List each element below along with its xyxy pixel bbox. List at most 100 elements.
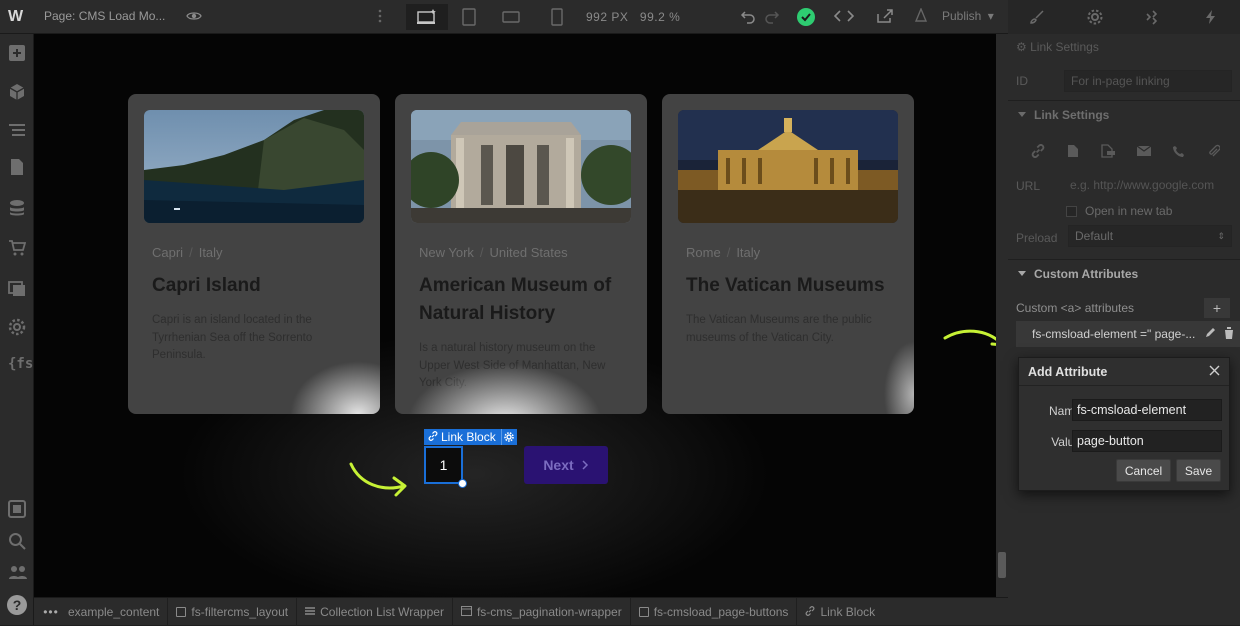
phone-link-icon[interactable] bbox=[1161, 138, 1196, 164]
collection-card[interactable]: New York / United States American Museum o… bbox=[395, 94, 647, 414]
url-input[interactable]: e.g. http://www.google.com bbox=[1064, 174, 1232, 196]
export-icon[interactable] bbox=[876, 8, 894, 27]
open-new-tab-label: Open in new tab bbox=[1085, 204, 1173, 218]
search-icon[interactable] bbox=[8, 532, 26, 550]
attribute-name-input[interactable]: fs-cmsload-element bbox=[1072, 399, 1222, 421]
url-label: URL bbox=[1016, 179, 1041, 193]
custom-attributes-label: Custom Attributes bbox=[1034, 266, 1139, 281]
add-attribute-plus-icon[interactable]: + bbox=[1204, 298, 1230, 318]
breadcrumb-label: Collection List Wrapper bbox=[320, 604, 444, 619]
mobile-landscape-breakpoint-icon[interactable] bbox=[490, 4, 532, 30]
link-settings-top-label: Link Settings bbox=[1030, 40, 1099, 54]
close-icon[interactable] bbox=[1209, 365, 1220, 379]
add-attribute-dialog: Add Attribute Name fs-cmsload-element Va… bbox=[1018, 357, 1230, 491]
collection-card[interactable]: Capri / Italy Capri Island Capri is an isl… bbox=[128, 94, 380, 414]
collection-card[interactable]: Rome / Italy The Vatican Museums The Vatic… bbox=[662, 94, 914, 414]
chevron-down-icon: ▾ bbox=[987, 9, 994, 23]
page-number-button[interactable]: 1 bbox=[424, 446, 467, 488]
attribute-value-input[interactable]: page-button bbox=[1072, 430, 1222, 452]
assets-images-icon[interactable] bbox=[8, 279, 26, 297]
breadcrumb-item[interactable]: example_content bbox=[68, 598, 167, 626]
card-country: Italy bbox=[198, 245, 223, 260]
card-image bbox=[678, 110, 898, 223]
attribute-list-item[interactable]: fs-cmsload-element =" page-... bbox=[1016, 321, 1240, 347]
cms-database-icon[interactable] bbox=[8, 199, 26, 217]
desktop-breakpoint-icon[interactable] bbox=[406, 4, 448, 30]
resize-handle[interactable] bbox=[458, 479, 467, 488]
settings-gear-tab-icon[interactable] bbox=[1066, 0, 1124, 34]
pages-icon[interactable] bbox=[8, 158, 26, 176]
trash-icon[interactable] bbox=[1224, 327, 1234, 342]
page-selector[interactable]: Page: CMS Load Mo... bbox=[44, 9, 165, 23]
breadcrumb-item[interactable]: fs-filtercms_layout bbox=[167, 597, 296, 626]
next-page-button[interactable]: Next bbox=[524, 446, 608, 484]
ecommerce-cart-icon[interactable] bbox=[8, 239, 27, 257]
card-location: New York / United States bbox=[419, 245, 568, 260]
left-sidebar: {fs bbox=[0, 34, 34, 625]
cancel-button[interactable]: Cancel bbox=[1116, 459, 1171, 482]
selected-element-tag[interactable]: Link Block bbox=[424, 429, 517, 445]
design-canvas[interactable]: Capri / Italy Capri Island Capri is an isl… bbox=[34, 34, 1008, 597]
url-link-icon[interactable] bbox=[1020, 138, 1055, 164]
id-input[interactable]: For in-page linking bbox=[1064, 70, 1232, 92]
app-square-icon[interactable] bbox=[8, 500, 26, 518]
page-link-icon[interactable] bbox=[1055, 138, 1090, 164]
element-settings-gear-icon[interactable] bbox=[500, 429, 517, 445]
finsweet-fs-icon[interactable]: {fs bbox=[8, 356, 33, 374]
right-panel-tabs bbox=[1008, 0, 1240, 34]
canvas-size-readout: 992 PX 99.2 % bbox=[586, 10, 680, 24]
open-new-tab-checkbox[interactable]: Open in new tab bbox=[1066, 204, 1172, 218]
help-icon[interactable]: ? bbox=[7, 595, 27, 615]
email-link-icon[interactable] bbox=[1126, 138, 1161, 164]
card-city: New York bbox=[419, 245, 474, 260]
next-label: Next bbox=[543, 457, 574, 473]
add-panel-icon[interactable] bbox=[8, 44, 26, 62]
preload-label: Preload bbox=[1016, 231, 1058, 245]
style-brush-icon[interactable] bbox=[1008, 0, 1066, 34]
link-type-selector bbox=[1020, 138, 1232, 164]
page-number-label: 1 bbox=[439, 457, 448, 473]
scrollbar-thumb[interactable] bbox=[998, 552, 1006, 578]
undo-icon[interactable] bbox=[740, 8, 756, 27]
code-icon[interactable] bbox=[833, 8, 855, 27]
users-icon[interactable] bbox=[8, 564, 27, 582]
collection-list-icon bbox=[305, 605, 316, 619]
breadcrumb: ••• example_content fs-filtercms_layout … bbox=[34, 597, 1008, 626]
style-manager-icon[interactable] bbox=[1124, 0, 1182, 34]
custom-attributes-section[interactable]: Custom Attributes bbox=[1008, 259, 1240, 287]
dialog-title: Add Attribute bbox=[1028, 364, 1108, 379]
canvas-scrollbar[interactable] bbox=[996, 34, 1008, 597]
mobile-portrait-breakpoint-icon[interactable] bbox=[536, 4, 578, 30]
navigator-icon[interactable] bbox=[8, 122, 26, 140]
card-title: American Museum of Natural History bbox=[419, 275, 612, 324]
interactions-bolt-icon[interactable] bbox=[1182, 0, 1240, 34]
link-settings-header-top[interactable]: ⚙ Link Settings bbox=[1016, 40, 1099, 54]
card-title: The Vatican Museums bbox=[686, 275, 885, 296]
save-button[interactable]: Save bbox=[1176, 459, 1221, 482]
eye-icon[interactable] bbox=[186, 8, 202, 27]
url-placeholder: e.g. http://www.google.com bbox=[1070, 178, 1215, 192]
settings-gear-icon[interactable] bbox=[8, 318, 26, 336]
save-label: Save bbox=[1184, 463, 1213, 478]
attachment-link-icon[interactable] bbox=[1197, 138, 1232, 164]
more-vertical-icon[interactable] bbox=[376, 8, 384, 27]
card-image bbox=[411, 110, 631, 223]
check-circle-icon[interactable] bbox=[797, 8, 815, 29]
link-settings-section[interactable]: Link Settings bbox=[1008, 100, 1240, 128]
edit-pencil-icon[interactable] bbox=[1205, 327, 1216, 341]
annotation-arrow-icon bbox=[348, 458, 412, 505]
preload-select[interactable]: Default ⇕ bbox=[1068, 225, 1232, 247]
breadcrumb-item[interactable]: fs-cms_pagination-wrapper bbox=[451, 597, 630, 626]
webflow-logo[interactable]: W bbox=[8, 8, 28, 26]
breadcrumb-more-icon[interactable]: ••• bbox=[34, 605, 68, 619]
card-description: Capri is an island located in the Tyrrhe… bbox=[152, 314, 313, 361]
breadcrumb-item[interactable]: Link Block bbox=[796, 597, 883, 626]
breadcrumb-item[interactable]: Collection List Wrapper bbox=[296, 597, 452, 626]
card-location: Rome / Italy bbox=[686, 245, 761, 260]
breadcrumb-item[interactable]: fs-cmsload_page-buttons bbox=[629, 597, 797, 626]
redo-icon[interactable] bbox=[764, 8, 780, 27]
section-link-icon[interactable] bbox=[1091, 138, 1126, 164]
components-cube-icon[interactable] bbox=[8, 83, 26, 101]
publish-button[interactable]: Publish ▾ bbox=[942, 9, 994, 23]
tablet-breakpoint-icon[interactable] bbox=[448, 4, 490, 30]
